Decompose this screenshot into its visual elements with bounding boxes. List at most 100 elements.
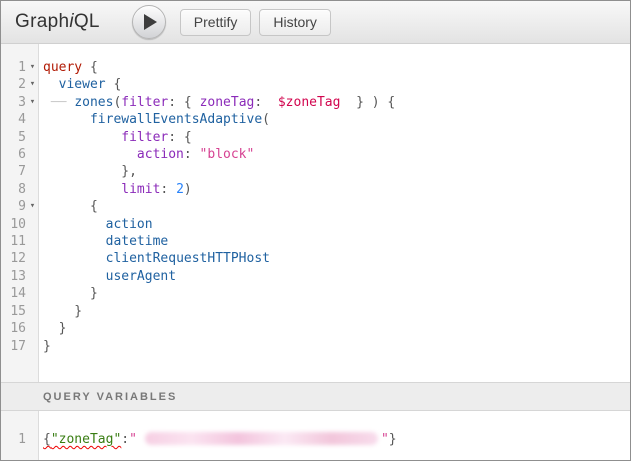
line-number: 11 xyxy=(1,233,26,250)
code-token: clientRequestHTTPHost xyxy=(106,251,270,266)
code-text: } xyxy=(39,285,98,302)
code-token: "zoneTag" xyxy=(51,432,121,447)
code-token: query xyxy=(43,60,82,75)
code-token: : xyxy=(184,147,200,162)
line-number: 1 xyxy=(1,431,26,448)
fold-spacer xyxy=(26,285,39,302)
code-line[interactable]: 12 clientRequestHTTPHost xyxy=(1,250,630,267)
code-token: 2 xyxy=(176,182,184,197)
code-token: } xyxy=(43,321,66,336)
logo-text-post: QL xyxy=(74,11,100,32)
fold-arrow-icon[interactable]: ▾ xyxy=(26,59,39,76)
code-token: { xyxy=(82,60,98,75)
fold-spacer xyxy=(26,233,39,250)
fold-spacer xyxy=(26,431,39,448)
code-line[interactable]: 6 action: "block" xyxy=(1,146,630,163)
fold-spacer xyxy=(26,268,39,285)
code-token: ( xyxy=(262,112,270,127)
code-line[interactable]: 13 userAgent xyxy=(1,268,630,285)
code-line[interactable]: 17} xyxy=(1,338,630,355)
code-token: " xyxy=(129,432,137,447)
code-line[interactable]: 4 firewallEventsAdaptive( xyxy=(1,111,630,128)
code-line[interactable]: 7 }, xyxy=(1,163,630,180)
line-number: 7 xyxy=(1,163,26,180)
code-text: ── zones(filter: { zoneTag: $zoneTag } )… xyxy=(39,94,395,111)
code-line[interactable]: 5 filter: { xyxy=(1,129,630,146)
code-token xyxy=(43,77,59,92)
code-token: { xyxy=(43,199,98,214)
code-text: { xyxy=(39,198,98,215)
history-button[interactable]: History xyxy=(259,9,331,36)
code-text: limit: 2) xyxy=(39,181,192,198)
code-token xyxy=(43,234,106,249)
code-token: action xyxy=(106,217,153,232)
line-number: 15 xyxy=(1,303,26,320)
fold-spacer xyxy=(26,129,39,146)
code-token: : { xyxy=(168,95,199,110)
query-editor[interactable]: 1▾query {2▾ viewer {3▾ ── zones(filter: … xyxy=(1,44,630,382)
query-code: 1▾query {2▾ viewer {3▾ ── zones(filter: … xyxy=(1,44,630,355)
graphiql-window: GraphiQL Prettify History 1▾query {2▾ vi… xyxy=(0,0,631,461)
code-text: } xyxy=(39,338,51,355)
execute-query-button[interactable] xyxy=(132,5,166,39)
line-number: 8 xyxy=(1,181,26,198)
fold-arrow-icon[interactable]: ▾ xyxy=(26,198,39,215)
code-text: {"zoneTag":""} xyxy=(39,431,397,448)
fold-arrow-icon[interactable]: ▾ xyxy=(26,76,39,93)
toolbar: GraphiQL Prettify History xyxy=(1,1,630,44)
code-token: $zoneTag xyxy=(278,95,341,110)
code-token: userAgent xyxy=(106,269,176,284)
query-variables-title-bar[interactable]: QUERY VARIABLES xyxy=(1,382,630,411)
line-number: 2 xyxy=(1,76,26,93)
code-line[interactable]: 10 action xyxy=(1,216,630,233)
code-token xyxy=(43,147,137,162)
code-text: }, xyxy=(39,163,137,180)
query-variables-editor[interactable]: 1 {"zoneTag":""} xyxy=(1,411,630,460)
code-text: query { xyxy=(39,59,98,76)
code-text: viewer { xyxy=(39,76,121,93)
code-line[interactable]: 2▾ viewer { xyxy=(1,76,630,93)
code-text: action: "block" xyxy=(39,146,254,163)
code-line[interactable]: 11 datetime xyxy=(1,233,630,250)
code-text: firewallEventsAdaptive( xyxy=(39,111,270,128)
line-number: 6 xyxy=(1,146,26,163)
code-line[interactable]: 9▾ { xyxy=(1,198,630,215)
code-text: action xyxy=(39,216,153,233)
code-text: clientRequestHTTPHost xyxy=(39,250,270,267)
code-line[interactable]: 1 {"zoneTag":""} xyxy=(1,431,630,448)
fold-spacer xyxy=(26,146,39,163)
code-token: }, xyxy=(43,164,137,179)
fold-spacer xyxy=(26,303,39,320)
code-token: zoneTag xyxy=(200,95,255,110)
code-token: } xyxy=(43,304,82,319)
code-line[interactable]: 8 limit: 2) xyxy=(1,181,630,198)
prettify-button[interactable]: Prettify xyxy=(180,9,252,36)
code-token: : { xyxy=(168,130,191,145)
code-token xyxy=(43,130,121,145)
query-variables-title: QUERY VARIABLES xyxy=(43,391,177,403)
code-token: } xyxy=(389,432,397,447)
logo-text-pre: Graph xyxy=(15,11,69,32)
code-token: : xyxy=(254,95,277,110)
line-number: 5 xyxy=(1,129,26,146)
code-line[interactable]: 1▾query { xyxy=(1,59,630,76)
code-token xyxy=(43,269,106,284)
line-number: 12 xyxy=(1,250,26,267)
code-token: filter xyxy=(121,95,168,110)
code-token: firewallEventsAdaptive xyxy=(90,112,262,127)
code-line[interactable]: 14 } xyxy=(1,285,630,302)
code-token: zones xyxy=(74,95,113,110)
fold-arrow-icon[interactable]: ▾ xyxy=(26,94,39,111)
fold-spacer xyxy=(26,163,39,180)
code-token: viewer xyxy=(59,77,106,92)
code-text: datetime xyxy=(39,233,168,250)
code-line[interactable]: 3▾ ── zones(filter: { zoneTag: $zoneTag … xyxy=(1,94,630,111)
fold-spacer xyxy=(26,181,39,198)
line-number: 1 xyxy=(1,59,26,76)
code-token: } ) { xyxy=(340,95,395,110)
code-token xyxy=(43,217,106,232)
code-token: : xyxy=(121,432,129,447)
code-token: ── xyxy=(43,95,74,110)
code-line[interactable]: 16 } xyxy=(1,320,630,337)
code-line[interactable]: 15 } xyxy=(1,303,630,320)
